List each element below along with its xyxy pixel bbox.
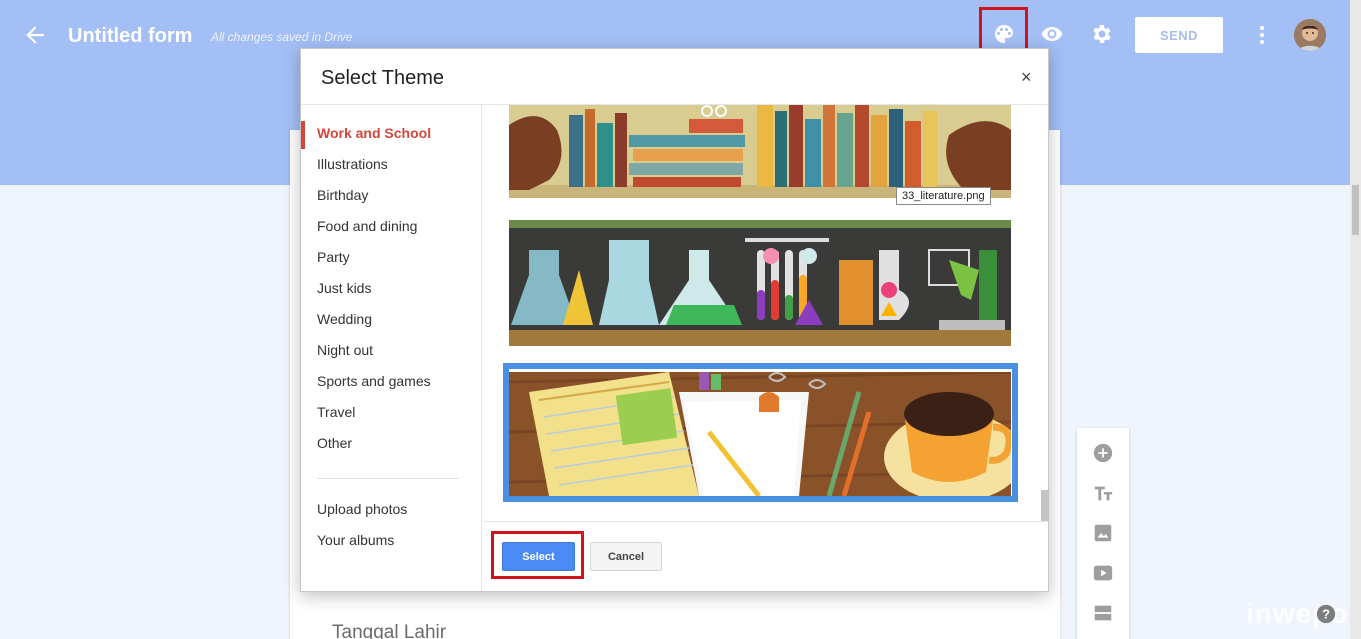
your-albums-link[interactable]: Your albums xyxy=(317,532,394,548)
save-status: All changes saved in Drive xyxy=(211,30,353,44)
eye-icon[interactable] xyxy=(1040,22,1064,46)
page-scroll-thumb[interactable] xyxy=(1352,185,1359,235)
tool-panel xyxy=(1077,428,1129,639)
palette-icon[interactable] xyxy=(992,22,1016,46)
user-avatar-icon xyxy=(1294,19,1326,51)
section-icon[interactable] xyxy=(1092,602,1114,624)
theme-gallery: 33_literature.png xyxy=(483,105,1049,521)
add-circle-icon[interactable] xyxy=(1092,442,1114,464)
category-food-and-dining[interactable]: Food and dining xyxy=(317,218,417,234)
arrow-left-icon[interactable] xyxy=(22,22,48,48)
dialog-footer-divider xyxy=(483,521,1049,522)
category-night-out[interactable]: Night out xyxy=(317,342,373,358)
category-work-and-school[interactable]: Work and School xyxy=(317,125,431,141)
category-sports-and-games[interactable]: Sports and games xyxy=(317,373,431,389)
books-illustration xyxy=(509,105,1011,198)
select-theme-dialog: Select Theme × Work and School Illustrat… xyxy=(300,48,1049,592)
dialog-title: Select Theme xyxy=(321,67,445,89)
theme-literature[interactable] xyxy=(509,105,1011,198)
vertical-dots-icon[interactable] xyxy=(1254,22,1270,48)
avatar[interactable] xyxy=(1294,19,1326,51)
category-party[interactable]: Party xyxy=(317,249,350,265)
category-travel[interactable]: Travel xyxy=(317,404,355,420)
active-category-indicator xyxy=(301,121,305,149)
category-birthday[interactable]: Birthday xyxy=(317,187,368,203)
theme-chemistry[interactable] xyxy=(509,220,1011,346)
theme-category-list: Work and School Illustrations Birthday F… xyxy=(301,105,482,591)
select-button[interactable]: Select xyxy=(502,542,575,571)
text-title-icon[interactable] xyxy=(1092,482,1114,504)
send-button[interactable]: SEND xyxy=(1135,17,1223,53)
svg-text:?: ? xyxy=(1322,607,1330,622)
question-title[interactable]: Tanggal Lahir xyxy=(332,622,446,639)
upload-photos-link[interactable]: Upload photos xyxy=(317,501,407,517)
category-illustrations[interactable]: Illustrations xyxy=(317,156,388,172)
category-just-kids[interactable]: Just kids xyxy=(317,280,371,296)
video-icon[interactable] xyxy=(1092,562,1114,584)
image-icon[interactable] xyxy=(1092,522,1114,544)
page-scrollbar[interactable] xyxy=(1350,0,1361,639)
gear-icon[interactable] xyxy=(1089,22,1113,46)
theme-scrollbar[interactable] xyxy=(1039,105,1049,521)
close-icon[interactable]: × xyxy=(1021,67,1032,88)
theme-tooltip: 33_literature.png xyxy=(896,187,991,205)
category-wedding[interactable]: Wedding xyxy=(317,311,372,327)
category-separator xyxy=(317,478,459,479)
form-title[interactable]: Untitled form xyxy=(68,25,192,48)
theme-scroll-thumb[interactable] xyxy=(1041,490,1049,521)
cancel-button[interactable]: Cancel xyxy=(590,542,662,571)
chemistry-illustration xyxy=(509,220,1011,346)
help-icon[interactable]: ? xyxy=(1315,603,1337,625)
category-other[interactable]: Other xyxy=(317,435,352,451)
selected-theme-border xyxy=(503,363,1018,502)
